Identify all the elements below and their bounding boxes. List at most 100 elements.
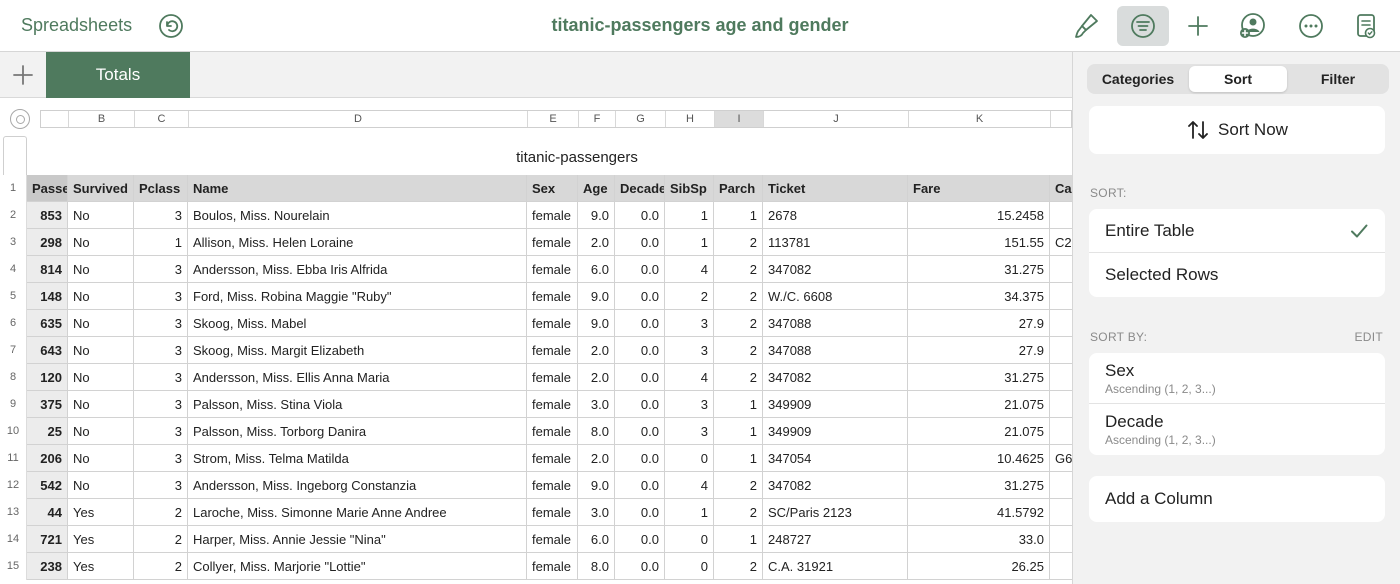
table-cell[interactable]: 347082 [763,364,908,391]
table-cell[interactable]: 347082 [763,256,908,283]
table-cell[interactable]: 721 [27,526,68,553]
table-cell[interactable]: 2.0 [578,337,615,364]
table-cell[interactable]: female [527,553,578,580]
table-cell[interactable]: 3.0 [578,499,615,526]
table-cell[interactable]: female [527,499,578,526]
table-cell[interactable]: female [527,229,578,256]
column-header[interactable]: Survived [68,175,134,202]
table-cell[interactable]: Laroche, Miss. Simonne Marie Anne Andree [188,499,527,526]
table-cell[interactable]: 3 [134,364,188,391]
table-cell[interactable]: 3 [134,445,188,472]
row-number[interactable]: 9 [0,391,27,418]
table-cell[interactable]: G6 [1050,445,1072,472]
column-header[interactable]: Decade [615,175,665,202]
table-row[interactable]: 3 298 No 1 Allison, Miss. Helen Loraine femal… [0,229,1072,256]
table-cell[interactable]: 0.0 [615,337,665,364]
table-cell[interactable]: 2.0 [578,445,615,472]
table-cell[interactable]: 347082 [763,472,908,499]
table-cell[interactable]: 3 [134,202,188,229]
table-cell[interactable] [1050,337,1072,364]
table-cell[interactable]: 8.0 [578,553,615,580]
table-cell[interactable]: female [527,472,578,499]
column-letter[interactable]: H [666,111,715,127]
table-cell[interactable]: C.A. 31921 [763,553,908,580]
table-cell[interactable]: 1 [665,229,714,256]
table-cell[interactable]: 113781 [763,229,908,256]
table-cell[interactable]: 31.275 [908,256,1050,283]
table-cell[interactable]: Skoog, Miss. Mabel [188,310,527,337]
table-cell[interactable]: No [68,472,134,499]
table-cell[interactable]: 1 [714,418,763,445]
table-cell[interactable]: Harper, Miss. Annie Jessie "Nina" [188,526,527,553]
row-number[interactable]: 5 [0,283,27,310]
table-cell[interactable]: 6.0 [578,526,615,553]
table-cell[interactable]: 0 [665,553,714,580]
row-number[interactable]: 10 [0,418,27,445]
sort-rule-sex[interactable]: Sex Ascending (1, 2, 3...) [1089,353,1385,404]
row-header-bar[interactable] [3,136,27,176]
table-cell[interactable]: Andersson, Miss. Ingeborg Constanzia [188,472,527,499]
select-all-icon[interactable] [10,109,30,129]
table-cell[interactable]: 0 [665,526,714,553]
table-cell[interactable]: 9.0 [578,310,615,337]
table-cell[interactable]: 1 [134,229,188,256]
table-cell[interactable]: 0.0 [615,364,665,391]
table-row[interactable]: 15 238 Yes 2 Collyer, Miss. Marjorie "Lottie… [0,553,1072,580]
table-cell[interactable]: 347088 [763,310,908,337]
table-cell[interactable]: 0.0 [615,310,665,337]
more-icon[interactable] [1285,6,1337,46]
column-header[interactable]: PassengerId [27,175,68,202]
table-cell[interactable]: 0.0 [615,256,665,283]
table-cell[interactable] [1050,202,1072,229]
table-cell[interactable]: 248727 [763,526,908,553]
table-cell[interactable]: 2 [665,283,714,310]
table-cell[interactable]: 25 [27,418,68,445]
table-cell[interactable]: 0.0 [615,553,665,580]
table-cell[interactable]: 3.0 [578,391,615,418]
table-cell[interactable] [1050,391,1072,418]
table-cell[interactable]: female [527,310,578,337]
column-header[interactable]: Sex [527,175,578,202]
table-cell[interactable]: 2 [714,283,763,310]
column-header[interactable]: Age [578,175,615,202]
table-cell[interactable]: 10.4625 [908,445,1050,472]
table-cell[interactable] [1050,499,1072,526]
table-cell[interactable]: female [527,445,578,472]
table-cell[interactable]: No [68,202,134,229]
column-header[interactable]: Parch [714,175,763,202]
scope-selected-rows[interactable]: Selected Rows [1089,253,1385,297]
table-cell[interactable]: female [527,283,578,310]
table-row[interactable]: 7 643 No 3 Skoog, Miss. Margit Elizabeth fema… [0,337,1072,364]
column-letter[interactable]: D [189,111,528,127]
table-row[interactable]: 8 120 No 3 Andersson, Miss. Ellis Anna Maria… [0,364,1072,391]
table-cell[interactable]: 1 [665,499,714,526]
paintbrush-icon[interactable] [1060,6,1112,46]
scope-entire-table[interactable]: Entire Table [1089,209,1385,253]
table-row[interactable]: 10 25 No 3 Palsson, Miss. Torborg Danira fema… [0,418,1072,445]
table-cell[interactable]: 3 [134,391,188,418]
column-header[interactable]: Pclass [134,175,188,202]
table-cell[interactable]: 814 [27,256,68,283]
table-cell[interactable]: 349909 [763,391,908,418]
table-cell[interactable]: Palsson, Miss. Stina Viola [188,391,527,418]
add-sheet-icon[interactable] [10,62,36,88]
table-cell[interactable]: 9.0 [578,472,615,499]
row-number[interactable]: 13 [0,499,27,526]
table-cell[interactable]: Andersson, Miss. Ellis Anna Maria [188,364,527,391]
table-cell[interactable]: 1 [714,445,763,472]
table-cell[interactable]: 8.0 [578,418,615,445]
table-cell[interactable]: Boulos, Miss. Nourelain [188,202,527,229]
row-number[interactable]: 1 [0,175,27,202]
table-row[interactable]: 12 542 No 3 Andersson, Miss. Ingeborg Consta… [0,472,1072,499]
table-cell[interactable]: 2678 [763,202,908,229]
table-cell[interactable]: 21.075 [908,418,1050,445]
table-cell[interactable]: 2 [134,526,188,553]
table-cell[interactable]: 4 [665,364,714,391]
table-cell[interactable]: C22 C26 [1050,229,1072,256]
table-cell[interactable] [1050,418,1072,445]
table-cell[interactable]: Allison, Miss. Helen Loraine [188,229,527,256]
table-cell[interactable]: No [68,229,134,256]
table-cell[interactable]: 1 [714,391,763,418]
column-letter[interactable]: J [764,111,909,127]
table-cell[interactable]: 0.0 [615,445,665,472]
